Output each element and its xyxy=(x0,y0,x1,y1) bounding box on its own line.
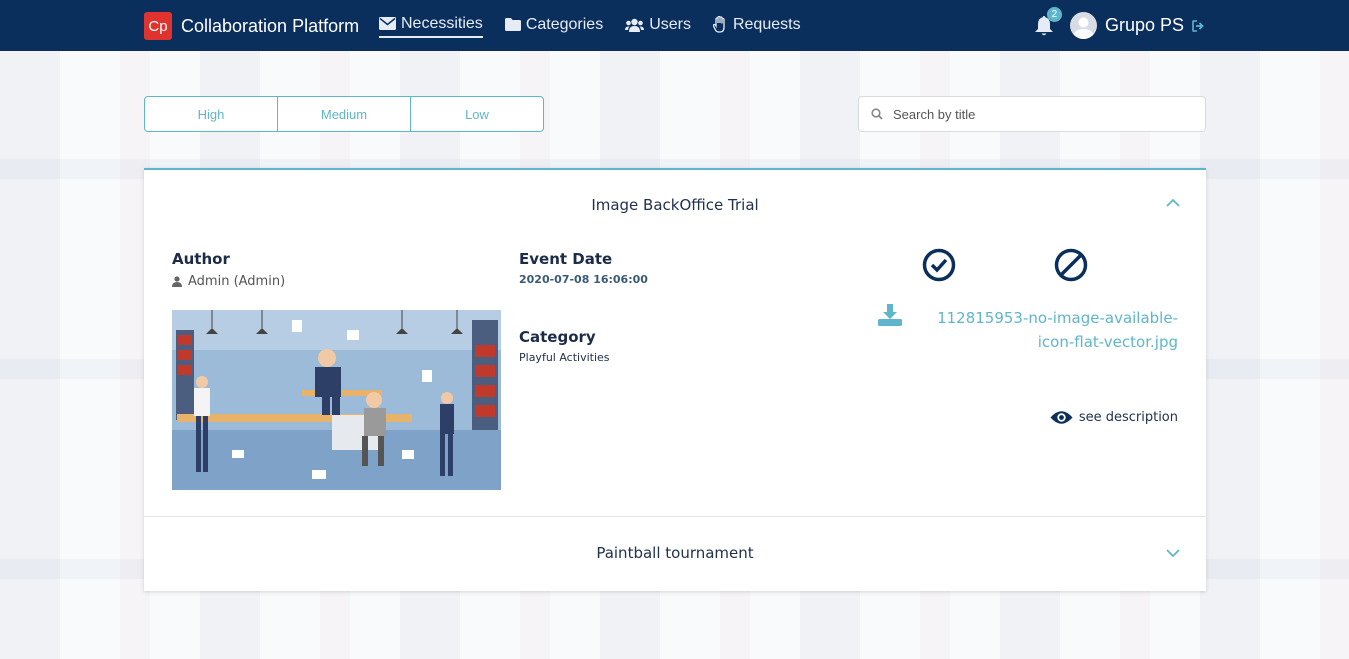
user-icon xyxy=(172,276,182,287)
necessity-image xyxy=(172,310,501,490)
nav-users[interactable]: Users xyxy=(625,14,691,38)
priority-medium-button[interactable]: Medium xyxy=(278,97,411,131)
download-icon xyxy=(878,304,902,326)
see-description-button[interactable]: see description xyxy=(1050,410,1178,425)
notification-badge: 2 xyxy=(1046,6,1062,22)
notifications-button[interactable]: 2 xyxy=(1034,6,1062,37)
avatar[interactable] xyxy=(1069,12,1097,39)
users-icon xyxy=(625,18,645,32)
priority-filter: High Medium Low xyxy=(144,96,544,132)
item-title: Paintball tournament xyxy=(596,544,754,562)
category-value: Playful Activities xyxy=(519,351,610,364)
envelope-icon xyxy=(379,17,396,30)
nav-users-label: Users xyxy=(649,15,691,33)
nav-links: Necessities Categories Users Requests xyxy=(379,0,823,51)
author-name: Admin (Admin) xyxy=(188,274,286,289)
see-description-label: see description xyxy=(1078,410,1178,425)
attachment-link[interactable]: 112815953-no-image-available-icon-flat-v… xyxy=(878,304,1178,354)
folder-icon xyxy=(504,18,521,31)
search-input[interactable] xyxy=(893,106,1173,122)
ban-icon[interactable] xyxy=(1054,248,1088,282)
nav-requests[interactable]: Requests xyxy=(712,14,801,38)
event-date-value: 2020-07-08 16:06:00 xyxy=(519,273,648,286)
nav-requests-label: Requests xyxy=(732,15,801,33)
check-circle-icon[interactable] xyxy=(922,248,956,282)
hand-icon xyxy=(712,16,725,33)
navbar: Cp Collaboration Platform Necessities Ca… xyxy=(0,0,1349,51)
nav-necessities[interactable]: Necessities xyxy=(379,14,483,38)
necessities-panel: Image BackOffice Trial Author Admin (Adm… xyxy=(144,168,1206,591)
priority-low-button[interactable]: Low xyxy=(411,97,543,131)
item-title: Image BackOffice Trial xyxy=(591,196,759,214)
logout-icon[interactable] xyxy=(1192,19,1205,32)
nav-necessities-label: Necessities xyxy=(401,14,483,32)
attachment-filename: 112815953-no-image-available-icon-flat-v… xyxy=(937,309,1178,351)
nav-categories[interactable]: Categories xyxy=(504,14,604,38)
brand-logo: Cp xyxy=(144,12,172,40)
brand[interactable]: Cp Collaboration Platform xyxy=(144,12,359,40)
chevron-down-icon[interactable] xyxy=(1166,549,1180,558)
user-name: Grupo PS xyxy=(1104,15,1184,35)
search-icon xyxy=(871,108,883,120)
user-avatar-icon xyxy=(1072,17,1094,39)
author-label: Author xyxy=(172,250,230,268)
chevron-up-icon[interactable] xyxy=(1166,198,1180,207)
item-header-1[interactable]: Image BackOffice Trial xyxy=(144,170,1206,240)
author-value: Admin (Admin) xyxy=(172,274,285,289)
app-name: Collaboration Platform xyxy=(181,15,360,36)
office-chaos-illustration xyxy=(172,310,501,490)
item-header-2[interactable]: Paintball tournament xyxy=(144,517,1206,589)
nav-categories-label: Categories xyxy=(525,15,604,33)
nav-right: 2 Grupo PS xyxy=(1034,0,1205,51)
priority-high-button[interactable]: High xyxy=(145,97,278,131)
category-label: Category xyxy=(519,328,596,346)
eye-icon xyxy=(1050,411,1073,424)
event-date-label: Event Date xyxy=(519,250,613,268)
search-box xyxy=(858,96,1206,132)
